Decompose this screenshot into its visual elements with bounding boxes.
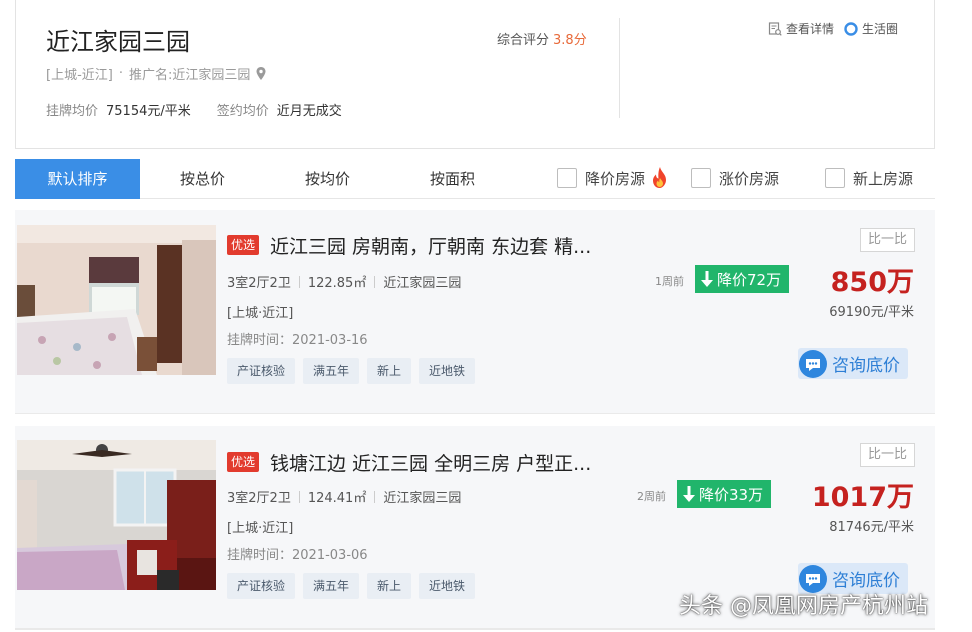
- tag-chip: 新上: [367, 358, 412, 384]
- floor-area: 124.41㎡: [307, 491, 367, 506]
- rating-score: 3.8分: [553, 33, 587, 48]
- community-link[interactable]: 近江家园三园: [383, 272, 461, 291]
- location-pin-icon[interactable]: [256, 67, 266, 80]
- filter-price-rise[interactable]: 涨价房源: [691, 166, 779, 190]
- room-layout: 3室2厅2卫: [227, 491, 291, 506]
- down-arrow-icon: [701, 271, 713, 287]
- location-dot: ·: [118, 66, 123, 81]
- feature-tags: 产证核验 满五年 新上 近地铁: [227, 573, 476, 599]
- tag-chip: 产证核验: [227, 358, 296, 384]
- promo-prefix: 推广名:: [128, 68, 173, 83]
- listing-avg-value: 75154元/平米: [106, 104, 191, 119]
- life-circle-icon: [844, 21, 858, 36]
- listed-time: 挂牌时间：2021-03-16: [227, 333, 368, 348]
- premium-badge: 优选: [227, 452, 260, 472]
- view-details-link[interactable]: 查看详情: [768, 20, 834, 37]
- signed-avg-label: 签约均价: [216, 104, 269, 119]
- tab-sort-area[interactable]: 按面积: [390, 159, 515, 199]
- listing-specs: 3室2厅2卫 122.85㎡ 近江家园三园: [227, 272, 461, 291]
- filter-new-listing[interactable]: 新上房源: [825, 166, 913, 190]
- listing-avg-label: 挂牌均价: [46, 104, 99, 119]
- location-line: [上城-近江] · 推广名: 近江家园三园: [46, 64, 266, 83]
- view-details-label: 查看详情: [786, 22, 835, 36]
- listing-photo[interactable]: [17, 225, 216, 375]
- price-drop-amount: 降价33万: [699, 485, 764, 504]
- life-circle-link[interactable]: 生活圈: [844, 20, 898, 37]
- listing-photo[interactable]: [17, 440, 216, 590]
- filter-price-drop[interactable]: 降价房源: [557, 166, 671, 190]
- new-listing-checkbox[interactable]: [825, 168, 845, 188]
- unit-price: 69190元/平米: [829, 305, 914, 320]
- community-header-card: 近江家园三园 [上城-近江] · 推广名: 近江家园三园 挂牌均价 75154元/…: [15, 0, 935, 149]
- tag-chip: 满五年: [303, 573, 360, 599]
- tag-chip: 新上: [367, 573, 412, 599]
- signed-avg-value: 近月无成交: [276, 104, 342, 119]
- price-drop-checkbox[interactable]: [557, 168, 577, 188]
- filter-price-rise-label: 涨价房源: [719, 169, 780, 188]
- down-arrow-icon: [683, 486, 695, 502]
- tab-default-sort[interactable]: 默认排序: [15, 159, 140, 199]
- total-price: 1017万: [811, 482, 914, 513]
- room-layout: 3室2厅2卫: [227, 276, 291, 291]
- floor-area: 122.85㎡: [307, 276, 367, 291]
- rating-label: 综合评分: [497, 33, 550, 48]
- location-district[interactable]: [上城-近江]: [46, 64, 113, 83]
- chat-bubble-icon: [799, 349, 827, 378]
- sort-filter-bar: 默认排序 按总价 按均价 按面积 降价房源 涨价房源 新上房源: [15, 159, 935, 199]
- community-name: 近江家园三园: [46, 28, 190, 56]
- tag-chip: 满五年: [303, 358, 360, 384]
- tag-chip: 近地铁: [419, 358, 476, 384]
- price-drop-badge: 降价72万: [695, 265, 790, 293]
- feature-tags: 产证核验 满五年 新上 近地铁: [227, 358, 476, 384]
- life-circle-label: 生活圈: [862, 22, 899, 36]
- price-drop-amount: 降价72万: [717, 270, 782, 289]
- filter-new-listing-label: 新上房源: [853, 169, 914, 188]
- bottom-divider: [15, 628, 935, 630]
- promo-name: 近江家园三园: [172, 68, 251, 83]
- compare-button[interactable]: 比一比: [860, 443, 915, 467]
- tab-sort-avg-price[interactable]: 按均价: [265, 159, 390, 199]
- price-change-time: 2周前: [637, 490, 666, 503]
- total-price: 850万: [830, 267, 914, 298]
- listing-title[interactable]: 钱塘江边 近江三园 全明三房 户型正...: [270, 449, 591, 476]
- overall-rating: 综合评分 3.8分: [497, 29, 587, 48]
- listing-specs: 3室2厅2卫 124.41㎡ 近江家园三园: [227, 487, 461, 506]
- listing-card[interactable]: 优选 近江三园 房朝南，厅朝南 东边套 精... 3室2厅2卫 122.85㎡ …: [15, 210, 935, 414]
- consult-price-label: 咨询底价: [832, 356, 900, 376]
- listing-district: [上城·近江]: [227, 306, 294, 321]
- bedroom-photo-image: [17, 440, 216, 590]
- average-price-line: 挂牌均价 75154元/平米 签约均价 近月无成交: [46, 100, 342, 119]
- compare-button[interactable]: 比一比: [860, 228, 915, 252]
- price-rise-checkbox[interactable]: [691, 168, 711, 188]
- consult-price-button[interactable]: 咨询底价: [798, 348, 908, 379]
- tag-chip: 产证核验: [227, 573, 296, 599]
- source-watermark: 头条 @凤凰网房产杭州站: [679, 594, 928, 619]
- listing-district: [上城·近江]: [227, 521, 294, 536]
- unit-price: 81746元/平米: [829, 520, 914, 535]
- bedroom-photo-image: [17, 225, 216, 375]
- price-change-time: 1周前: [655, 275, 684, 288]
- tag-chip: 近地铁: [419, 573, 476, 599]
- premium-badge: 优选: [227, 235, 260, 255]
- community-link[interactable]: 近江家园三园: [383, 487, 461, 506]
- listing-title[interactable]: 近江三园 房朝南，厅朝南 东边套 精...: [270, 232, 591, 259]
- price-drop-badge: 降价33万: [677, 480, 772, 508]
- detail-doc-icon: [768, 21, 782, 36]
- listed-time: 挂牌时间：2021-03-06: [227, 548, 368, 563]
- fire-icon: [653, 167, 667, 188]
- filter-price-drop-label: 降价房源: [585, 169, 646, 188]
- header-divider: [619, 18, 620, 118]
- tab-sort-total-price[interactable]: 按总价: [140, 159, 265, 199]
